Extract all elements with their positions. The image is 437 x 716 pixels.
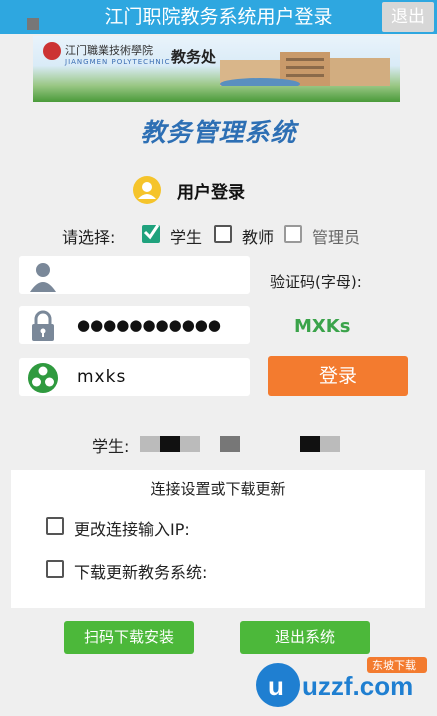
check-icon: [143, 224, 160, 240]
download-update-checkbox[interactable]: [46, 560, 64, 578]
login-button[interactable]: 登录: [268, 356, 408, 396]
redacted-block: [220, 436, 240, 452]
username-field[interactable]: [19, 256, 250, 294]
watermark-text: uzzf.com: [302, 671, 413, 701]
captcha-code[interactable]: MXKs: [294, 316, 350, 337]
window-title: 江门职院教务系统用户登录: [104, 6, 333, 28]
settings-title: 连接设置或下载更新: [150, 480, 286, 498]
system-title: 教务管理系统: [140, 118, 297, 147]
role-teacher-checkbox[interactable]: [214, 225, 232, 243]
redacted-block: [300, 436, 320, 452]
captcha-label: 验证码(字母):: [270, 273, 362, 291]
back-icon[interactable]: [27, 18, 39, 30]
uzzf-watermark-icon: u uzzf.com 东坡下载: [256, 657, 427, 707]
campus-building-icon: [220, 52, 390, 86]
role-teacher-label: 教师: [242, 228, 275, 247]
login-heading: 用户登录: [177, 183, 245, 203]
scan-download-button[interactable]: 扫码下载安装: [64, 621, 194, 654]
redacted-block: [140, 436, 160, 452]
school-banner: 江门職業技術學院 JIANGMEN POLYTECHNIC 教务处: [33, 36, 400, 102]
exit-system-button[interactable]: 退出系统: [240, 621, 370, 654]
role-label: 请选择:: [62, 228, 116, 247]
school-name-en: JIANGMEN POLYTECHNIC: [65, 58, 171, 66]
lock-icon: [32, 310, 54, 341]
change-ip-label: 更改连接输入IP:: [74, 520, 190, 539]
school-logo-icon: [43, 42, 61, 60]
password-value: ●●●●●●●●●●●: [77, 316, 221, 334]
user-avatar-icon: [133, 176, 161, 204]
redacted-block: [180, 436, 200, 452]
watermark-tag: 东坡下载: [372, 659, 416, 672]
captcha-icon: [28, 363, 58, 393]
student-label: 学生:: [92, 437, 130, 456]
redacted-block: [320, 436, 340, 452]
password-field[interactable]: ●●●●●●●●●●●: [19, 306, 250, 344]
download-update-label: 下载更新教务系统:: [74, 563, 208, 582]
captcha-input-field[interactable]: mxks: [19, 358, 250, 396]
exit-button[interactable]: 退出: [382, 2, 434, 32]
change-ip-checkbox[interactable]: [46, 517, 64, 535]
user-silhouette-icon: [30, 263, 56, 292]
role-admin-label: 管理员: [312, 228, 361, 247]
school-name-cn: 江门職業技術學院: [65, 44, 153, 57]
title-bar: 江门职院教务系统用户登录 退出: [0, 0, 437, 34]
settings-panel: 连接设置或下载更新 更改连接输入IP: 下载更新教务系统:: [11, 470, 425, 608]
captcha-input-value: mxks: [77, 367, 127, 387]
redacted-block: [160, 436, 180, 452]
office-name: 教务处: [171, 48, 217, 66]
watermark-letter: u: [268, 671, 284, 701]
role-admin-checkbox[interactable]: [284, 225, 302, 243]
role-student-checkbox[interactable]: [142, 224, 160, 243]
role-student-label: 学生: [170, 228, 203, 247]
